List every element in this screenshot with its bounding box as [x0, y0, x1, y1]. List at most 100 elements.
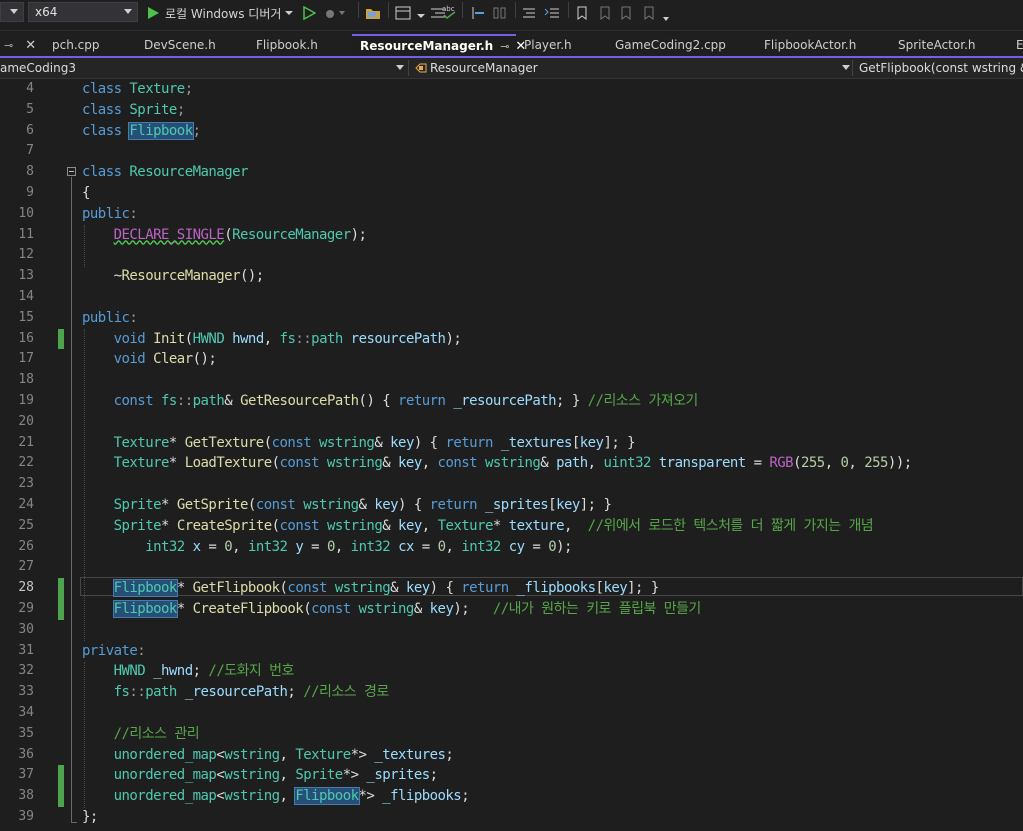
tab-overflow[interactable]: Er: [1008, 34, 1023, 56]
tab-flipbookactor-h[interactable]: FlipbookActor.h: [756, 34, 890, 56]
code-editor[interactable]: 4 5 6 7 8 9 10 11 12 13 14 15 16 17 18 19 20 21 22 23 24 25 26…: [0, 79, 1023, 831]
tab-flipbook-h[interactable]: Flipbook.h: [248, 34, 352, 56]
code-line[interactable]: public:: [82, 204, 138, 225]
columns-button[interactable]: [492, 2, 508, 24]
code-line[interactable]: void Init(HWND hwnd, fs::path resourcePa…: [82, 329, 462, 350]
attach-button[interactable]: [324, 2, 346, 24]
tab-spriteactor-h[interactable]: SpriteActor.h: [890, 34, 1008, 56]
bookmark-button[interactable]: [576, 2, 588, 24]
tab-resourcemanager-h[interactable]: ResourceManager.h ⊸ ✕: [352, 34, 526, 56]
code-line[interactable]: const fs::path& GetResourcePath() { retu…: [82, 391, 699, 412]
code-line[interactable]: Sprite* GetSprite(const wstring& key) { …: [82, 495, 612, 516]
code-token: );: [445, 330, 462, 347]
change-marker: [58, 599, 64, 620]
code-line[interactable]: Texture* LoadTexture(const wstring& key,…: [82, 453, 913, 474]
prev-bookmark-button[interactable]: [597, 2, 611, 24]
code-line[interactable]: unordered_map<wstring, Sprite*> _sprites…: [82, 765, 438, 786]
code-token: ;: [445, 746, 454, 763]
code-token: *: [176, 601, 193, 617]
code-line[interactable]: class ResourceManager: [82, 162, 248, 183]
line-number: 36: [18, 746, 34, 762]
code-line[interactable]: ~ResourceManager();: [82, 266, 265, 287]
code-token: path: [145, 684, 185, 701]
uncomment-button[interactable]: [544, 2, 560, 24]
code-line[interactable]: HWND _hwnd; //도화지 번호: [82, 661, 295, 682]
code-line[interactable]: int32 x = 0, int32 y = 0, int32 cx = 0, …: [82, 537, 572, 558]
start-without-debugging-button[interactable]: [302, 2, 316, 24]
code-token: ,: [279, 788, 296, 805]
svg-text:abc: abc: [442, 5, 455, 13]
code-token: const: [287, 580, 335, 597]
code-line[interactable]: Flipbook* CreateFlipbook(const wstring& …: [82, 599, 701, 620]
line-number: 31: [18, 642, 34, 658]
code-line[interactable]: DECLARE_SINGLE(ResourceManager);: [82, 225, 367, 246]
code-line[interactable]: public:: [82, 308, 138, 329]
code-token: ,: [263, 330, 280, 347]
close-icon[interactable]: ✕: [25, 38, 36, 53]
code-token: *>: [350, 746, 375, 763]
code-token: &: [382, 517, 399, 534]
code-token: () {: [358, 393, 399, 409]
folder-button[interactable]: [365, 2, 381, 24]
code-line[interactable]: {: [82, 183, 90, 204]
tab-devscene-h[interactable]: DevScene.h: [136, 34, 248, 56]
next-bookmark-button[interactable]: [620, 2, 634, 24]
code-line[interactable]: unordered_map<wstring, Texture*> _textur…: [82, 745, 454, 766]
outline-button[interactable]: [522, 2, 538, 24]
clear-bookmarks-button[interactable]: [643, 2, 657, 24]
code-token: const: [311, 601, 359, 617]
scope-dropdown[interactable]: ResourceManager: [414, 58, 852, 78]
spell-check-button[interactable]: abc: [441, 0, 457, 22]
code-line[interactable]: class Flipbook;: [82, 121, 201, 142]
code-line[interactable]: class Sprite;: [82, 100, 185, 121]
code-line[interactable]: Flipbook* GetFlipbook(const wstring& key…: [82, 578, 659, 599]
code-line[interactable]: fs::path _resourcePath; //리소스 경로: [82, 682, 390, 703]
tab-gamecoding2-cpp[interactable]: GameCoding2.cpp: [607, 34, 756, 56]
pin-icon[interactable]: ⊸: [500, 40, 509, 53]
tab-pch-cpp[interactable]: pch.cpp: [44, 34, 136, 56]
code-token: fs: [161, 393, 177, 409]
code-token: ();: [192, 351, 217, 368]
platform-dropdown[interactable]: x64: [28, 2, 138, 22]
code-line[interactable]: Sprite* CreateSprite(const wstring& key,…: [82, 516, 874, 537]
list-outline-icon: [523, 8, 535, 18]
project-dropdown[interactable]: ameCoding3: [0, 58, 408, 78]
code-token: ~: [82, 268, 122, 285]
code-token: ,: [587, 455, 604, 472]
member-dropdown[interactable]: GetFlipbook(const wstring &: [856, 58, 1023, 78]
code-token: _resourcePath: [453, 393, 557, 409]
code-token: fs: [113, 684, 130, 701]
code-line[interactable]: private:: [82, 641, 146, 662]
code-token: _textures: [374, 746, 446, 763]
code-token: wstring: [319, 434, 375, 451]
config-dropdown[interactable]: [0, 2, 24, 22]
code-line[interactable]: class Texture;: [82, 79, 193, 100]
layout-button[interactable]: [395, 2, 411, 24]
line-number: 5: [26, 101, 34, 117]
code-token: HWND: [113, 663, 154, 680]
bookmark-clear-icon: [644, 6, 654, 20]
code-line[interactable]: void Clear();: [82, 349, 217, 370]
collapse-icon[interactable]: [67, 167, 76, 176]
step-button[interactable]: [470, 2, 486, 24]
tab-pinned-prev[interactable]: ⊸ ✕: [0, 34, 44, 56]
code-line[interactable]: unordered_map<wstring, Flipbook*> _flipb…: [82, 786, 470, 807]
toolbar-overflow-button[interactable]: [662, 4, 670, 26]
member-label: GetFlipbook(const wstring &: [859, 61, 1023, 75]
tab-player-h[interactable]: Player.h: [516, 34, 607, 56]
code-line[interactable]: Texture* GetTexture(const wstring& key) …: [82, 433, 636, 454]
code-line[interactable]: };: [82, 807, 98, 828]
line-number: 8: [26, 164, 34, 180]
code-token: _sprites: [484, 497, 549, 513]
code-token: :: [129, 309, 138, 326]
code-token: return: [398, 393, 454, 409]
format-button[interactable]: [416, 2, 426, 24]
start-debugging-button[interactable]: 로컬 Windows 디버거: [146, 2, 294, 24]
code-line[interactable]: //리소스 관리: [82, 724, 200, 745]
code-token: //내가 원하는 키로 플립북 만들기: [492, 601, 701, 617]
